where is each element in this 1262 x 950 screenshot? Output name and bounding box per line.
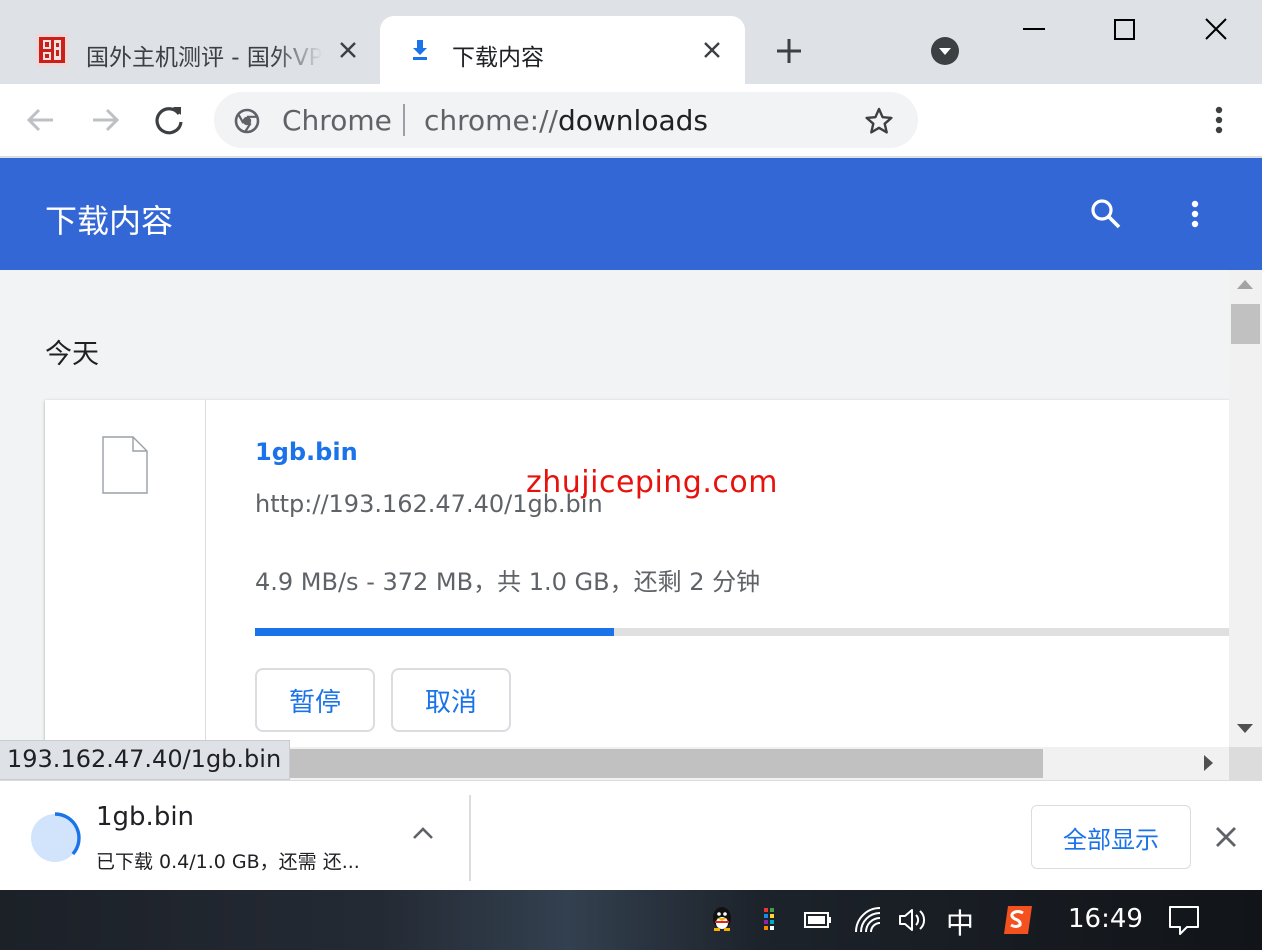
search-icon[interactable] [1088, 196, 1124, 232]
back-arrow-icon[interactable] [21, 100, 61, 140]
wifi-icon[interactable] [852, 904, 884, 936]
pause-button[interactable]: 暂停 [255, 668, 375, 732]
shelf-status-text: 已下载 0.4/1.0 GB，还需 还... [96, 851, 360, 873]
forward-arrow-icon[interactable] [85, 100, 125, 140]
window-maximize-icon[interactable] [1104, 12, 1144, 48]
omnibox-chip: Chrome [282, 104, 392, 137]
tab-zhujiceping[interactable]: 国外主机测评 - 国外VPS [20, 16, 376, 84]
download-progress-fill [255, 628, 614, 636]
reload-icon[interactable] [149, 100, 189, 140]
horizontal-scroll-thumb[interactable] [270, 749, 1043, 778]
chevron-up-icon[interactable] [410, 823, 436, 843]
omnibox-divider [403, 104, 405, 136]
close-icon[interactable] [700, 38, 724, 62]
vertical-scrollbar[interactable] [1229, 270, 1262, 747]
close-icon[interactable] [1212, 823, 1240, 851]
file-icon [102, 436, 148, 494]
tab-strip: 国外主机测评 - 国外VPS 下载内容 [0, 0, 1262, 84]
scrollbar-corner [1229, 747, 1262, 780]
new-tab-plus-icon[interactable] [770, 32, 808, 70]
show-all-button[interactable]: 全部显示 [1031, 805, 1191, 869]
sogou-input-icon[interactable] [1002, 904, 1034, 936]
link-status-bubble: 193.162.47.40/1gb.bin [0, 740, 291, 780]
battery-icon[interactable] [802, 904, 834, 936]
download-status-text: 4.9 MB/s - 372 MB，共 1.0 GB，还剩 2 分钟 [255, 568, 761, 596]
download-icon [413, 40, 427, 60]
windows-taskbar: 中 16:49 [0, 890, 1262, 950]
more-menu-icon[interactable] [1180, 196, 1210, 232]
download-card: 1gb.bin http://193.162.47.40/1gb.bin 4.9… [45, 400, 1229, 747]
browser-toolbar: Chrome chrome://downloads [0, 84, 1262, 157]
watermark-text: zhujiceping.com [526, 465, 778, 500]
shelf-divider [469, 795, 471, 881]
scroll-right-arrow-icon[interactable] [1204, 755, 1213, 771]
shelf-file-name[interactable]: 1gb.bin [96, 802, 194, 832]
clock[interactable]: 16:49 [1068, 904, 1143, 934]
scroll-up-arrow-icon[interactable] [1237, 280, 1253, 289]
site-logo-icon [36, 34, 68, 66]
tab-title: 国外主机测评 - 国外VPS [86, 45, 322, 71]
window-close-icon[interactable] [1196, 12, 1236, 48]
vertical-scroll-thumb[interactable] [1231, 304, 1260, 344]
address-bar[interactable]: Chrome chrome://downloads [214, 92, 918, 148]
chrome-logo-icon [234, 108, 260, 134]
notification-center-icon[interactable] [1168, 904, 1200, 936]
color-grid-tray-icon[interactable] [754, 904, 786, 936]
downloads-list: 今天 1gb.bin http://193.162.47.40/1gb.bin … [0, 270, 1229, 747]
window-minimize-icon[interactable] [1014, 12, 1054, 48]
tab-downloads[interactable]: 下载内容 [380, 16, 745, 84]
url-scheme: chrome:// [424, 104, 558, 137]
file-icon-column [45, 400, 206, 747]
url-host: downloads [557, 104, 708, 137]
scroll-down-arrow-icon[interactable] [1237, 724, 1253, 733]
qq-penguin-icon[interactable] [706, 904, 738, 936]
volume-icon[interactable] [896, 904, 928, 936]
cancel-button[interactable]: 取消 [391, 668, 511, 732]
page-title: 下载内容 [45, 202, 174, 240]
date-section-label: 今天 [45, 339, 99, 370]
download-shelf: 1gb.bin 已下载 0.4/1.0 GB，还需 还... 全部显示 [0, 780, 1262, 890]
bookmark-star-icon[interactable] [864, 106, 894, 136]
close-icon[interactable] [336, 38, 360, 62]
input-method-indicator[interactable]: 中 [946, 902, 974, 942]
download-progress-bar [255, 628, 1229, 636]
tab-title: 下载内容 [452, 45, 544, 71]
omnibox-url[interactable]: chrome://downloads [424, 104, 708, 137]
tab-search-chevron-icon[interactable] [930, 36, 960, 66]
kebab-menu-icon[interactable] [1203, 102, 1235, 138]
downloads-header: 下载内容 [0, 158, 1262, 270]
file-name-link[interactable]: 1gb.bin [255, 438, 358, 466]
download-progress-ring-icon [31, 812, 81, 862]
